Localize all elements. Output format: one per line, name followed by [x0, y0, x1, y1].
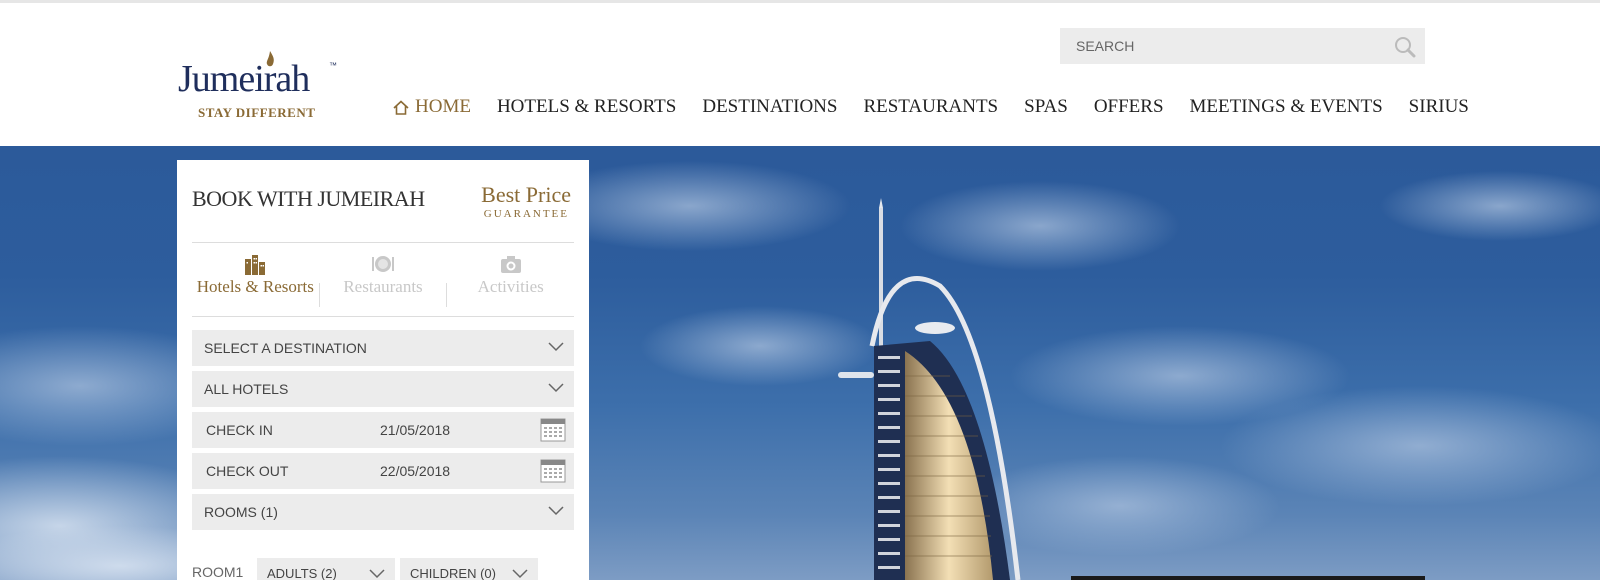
- nav-restaurants[interactable]: RESTAURANTS: [863, 95, 998, 119]
- calendar-icon[interactable]: [540, 459, 566, 483]
- best-price-label: Best Price: [481, 182, 571, 207]
- nav-meetings-events[interactable]: MEETINGS & EVENTS: [1190, 95, 1383, 119]
- nav-label: DESTINATIONS: [702, 96, 838, 117]
- tab-label: Restaurants: [343, 277, 423, 296]
- search-icon[interactable]: [1394, 36, 1416, 58]
- tab-hotels-resorts[interactable]: Hotels & Resorts: [192, 253, 319, 313]
- search-box: [1060, 28, 1425, 64]
- destination-value: SELECT A DESTINATION: [204, 340, 367, 356]
- nav-hotels-resorts[interactable]: HOTELS & RESORTS: [497, 95, 676, 119]
- nav-label: MEETINGS & EVENTS: [1189, 96, 1383, 117]
- nav-spas[interactable]: SPAS: [1024, 95, 1068, 119]
- nav-label: RESTAURANTS: [863, 96, 999, 117]
- main-nav: HOME HOTELS & RESORTS DESTINATIONS RESTA…: [393, 95, 1469, 119]
- nav-sirius[interactable]: SIRIUS: [1409, 95, 1469, 119]
- nav-label: SIRIUS: [1408, 96, 1469, 117]
- nav-label: HOME: [415, 96, 471, 117]
- hero-caption-bar: [1071, 576, 1425, 580]
- trademark: ™: [329, 61, 337, 70]
- chevron-down-icon: [512, 569, 528, 579]
- nav-destinations[interactable]: DESTINATIONS: [702, 95, 837, 119]
- dining-plate-icon: [372, 256, 394, 272]
- tab-restaurants[interactable]: Restaurants: [320, 253, 447, 313]
- check-in-label: CHECK IN: [206, 422, 273, 438]
- hotel-select[interactable]: ALL HOTELS: [192, 371, 574, 407]
- children-select[interactable]: CHILDREN (0): [400, 558, 538, 580]
- nav-offers[interactable]: OFFERS: [1094, 95, 1164, 119]
- destination-select[interactable]: SELECT A DESTINATION: [192, 330, 574, 366]
- nav-label: OFFERS: [1093, 96, 1164, 117]
- booking-panel: BOOK WITH JUMEIRAH Best Price GUARANTEE …: [177, 160, 589, 580]
- hotel-buildings-icon: [245, 255, 266, 275]
- adults-value: ADULTS (2): [267, 566, 337, 580]
- chevron-down-icon: [548, 383, 564, 393]
- room-occupancy-row: ROOM1 ADULTS (2) CHILDREN (0): [192, 558, 574, 580]
- nav-home[interactable]: HOME: [393, 95, 471, 119]
- check-in-field[interactable]: CHECK IN 21/05/2018: [192, 412, 574, 448]
- rooms-value: ROOMS (1): [204, 504, 278, 520]
- tab-label: Hotels & Resorts: [196, 277, 314, 296]
- site-header: Jumeirah ™ STAY DIFFERENT HOME HOTELS & …: [0, 3, 1600, 146]
- tab-activities[interactable]: Activities: [447, 253, 574, 313]
- check-out-date: 22/05/2018: [380, 463, 451, 479]
- chevron-down-icon: [548, 342, 564, 352]
- search-input[interactable]: [1076, 28, 1376, 64]
- divider: [192, 316, 574, 317]
- chevron-down-icon: [369, 569, 385, 579]
- camera-icon: [500, 256, 521, 273]
- home-icon: [393, 99, 409, 115]
- check-out-label: CHECK OUT: [206, 463, 289, 479]
- guarantee-label: GUARANTEE: [483, 208, 569, 220]
- nav-label: SPAS: [1024, 96, 1068, 117]
- booking-tabs: Hotels & Resorts Restaurants Activities: [192, 253, 574, 313]
- children-value: CHILDREN (0): [410, 566, 496, 580]
- nav-label: HOTELS & RESORTS: [496, 96, 677, 117]
- booking-title: BOOK WITH JUMEIRAH: [192, 186, 425, 211]
- tab-label: Activities: [477, 277, 544, 296]
- check-in-date: 21/05/2018: [380, 422, 451, 438]
- hotel-value: ALL HOTELS: [204, 381, 289, 397]
- adults-select[interactable]: ADULTS (2): [257, 558, 395, 580]
- chevron-down-icon: [548, 506, 564, 516]
- rooms-select[interactable]: ROOMS (1): [192, 494, 574, 530]
- brand-tagline: STAY DIFFERENT: [198, 105, 316, 120]
- divider: [192, 242, 574, 243]
- brand-name: Jumeirah: [178, 58, 310, 100]
- check-out-field[interactable]: CHECK OUT 22/05/2018: [192, 453, 574, 489]
- calendar-icon[interactable]: [540, 418, 566, 442]
- room-label: ROOM1: [192, 564, 244, 580]
- jumeirah-logo[interactable]: Jumeirah ™ STAY DIFFERENT: [178, 51, 343, 123]
